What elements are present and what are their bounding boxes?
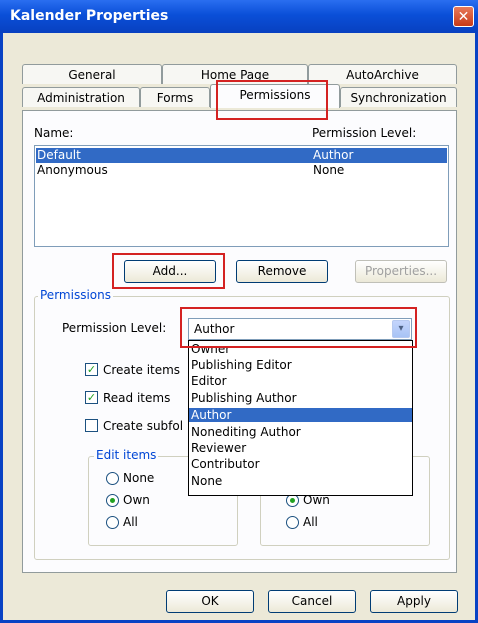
- list-item-level: None: [313, 163, 345, 177]
- add-button[interactable]: Add...: [124, 260, 216, 283]
- ok-button[interactable]: OK: [166, 590, 254, 613]
- dropdown-option[interactable]: Reviewer: [189, 441, 412, 455]
- permissions-list[interactable]: Default Author Anonymous None: [34, 145, 449, 247]
- edit-own-label: Own: [123, 493, 150, 507]
- delete-all-label: All: [303, 515, 318, 529]
- permission-level-value: Author: [194, 322, 235, 336]
- chevron-down-icon[interactable]: ▾: [392, 320, 410, 338]
- edit-all-label: All: [123, 515, 138, 529]
- list-item-level: Author: [313, 148, 354, 162]
- tab-synchronization[interactable]: Synchronization: [340, 87, 457, 107]
- edit-items-label: Edit items: [94, 448, 159, 462]
- dropdown-option[interactable]: Editor: [189, 374, 412, 388]
- tab-home-page[interactable]: Home Page: [162, 64, 308, 84]
- list-item[interactable]: Default Author: [36, 148, 447, 163]
- dropdown-option[interactable]: Owner: [189, 342, 412, 356]
- dropdown-option[interactable]: Contributor: [189, 457, 412, 471]
- close-icon[interactable]: ✕: [453, 6, 474, 27]
- tab-autoarchive[interactable]: AutoArchive: [308, 64, 457, 84]
- dropdown-option[interactable]: Nonediting Author: [189, 425, 412, 439]
- dropdown-option-selected[interactable]: Author: [189, 408, 412, 422]
- edit-none-label: None: [123, 471, 155, 485]
- remove-button[interactable]: Remove: [236, 260, 328, 283]
- tab-forms[interactable]: Forms: [140, 87, 210, 107]
- edit-none-radio[interactable]: [106, 472, 119, 485]
- create-subfolders-label: Create subfol: [103, 419, 184, 433]
- edit-own-radio[interactable]: [106, 494, 119, 507]
- list-item-name: Anonymous: [37, 163, 108, 177]
- create-items-checkbox[interactable]: ✓: [85, 363, 98, 376]
- tab-permissions[interactable]: Permissions: [210, 84, 340, 108]
- permissions-group-label: Permissions: [38, 288, 113, 302]
- properties-button: Properties...: [355, 260, 447, 283]
- permission-level-label: Permission Level:: [62, 321, 167, 335]
- tab-administration[interactable]: Administration: [22, 87, 140, 107]
- window-title: Kalender Properties: [10, 8, 169, 24]
- read-items-label: Read items: [103, 391, 171, 405]
- cancel-button[interactable]: Cancel: [268, 590, 356, 613]
- permission-level-header: Permission Level:: [312, 126, 417, 140]
- delete-all-radio[interactable]: [286, 516, 299, 529]
- dropdown-option[interactable]: None: [189, 474, 412, 488]
- create-items-label: Create items: [103, 363, 181, 377]
- read-items-checkbox[interactable]: ✓: [85, 391, 98, 404]
- title-bar[interactable]: Kalender Properties ✕: [0, 0, 478, 33]
- dropdown-option[interactable]: Publishing Author: [189, 391, 412, 405]
- name-header: Name:: [34, 126, 74, 140]
- create-subfolders-checkbox[interactable]: [85, 419, 98, 432]
- tab-general[interactable]: General: [22, 64, 162, 84]
- apply-button[interactable]: Apply: [370, 590, 458, 613]
- list-item-name: Default: [37, 148, 81, 162]
- list-item[interactable]: Anonymous None: [36, 163, 447, 178]
- permission-level-combo[interactable]: Author ▾: [188, 318, 412, 340]
- permission-level-dropdown[interactable]: Owner Publishing Editor Editor Publishin…: [188, 340, 413, 496]
- edit-all-radio[interactable]: [106, 516, 119, 529]
- dropdown-option[interactable]: Publishing Editor: [189, 358, 412, 372]
